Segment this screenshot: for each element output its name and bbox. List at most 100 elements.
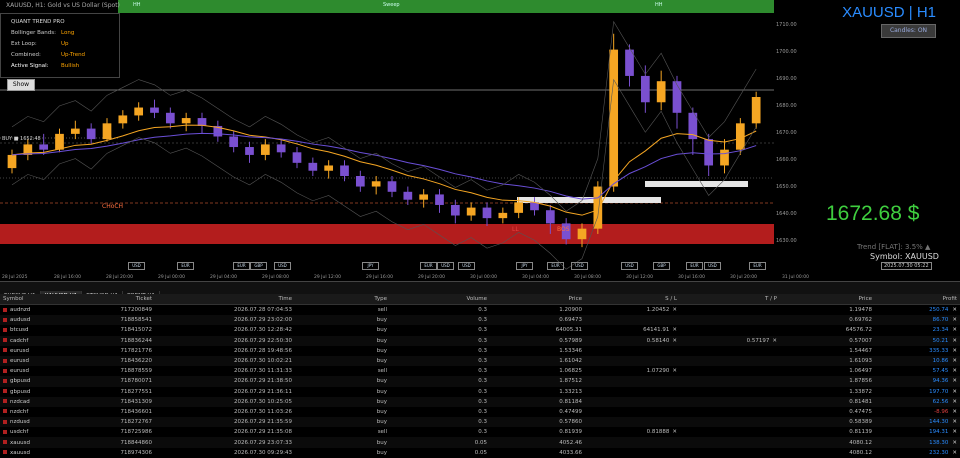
close-position-icon[interactable]: ✕ [952,368,957,374]
cell-tp[interactable] [680,417,780,428]
close-position-icon[interactable]: ✕ [952,378,957,384]
col-tp[interactable]: T / P [680,294,780,305]
col-sl[interactable]: S / L [585,294,680,305]
cell-sl[interactable] [585,437,680,448]
close-position-icon[interactable]: ✕ [952,389,957,395]
cell-sl[interactable] [585,315,680,326]
cell-tp[interactable] [680,407,780,417]
table-row[interactable]: eurusd 717821776 2026.07.28 19:48:56 buy 0.3… [0,346,960,356]
cell-tp[interactable] [680,387,780,397]
cell-sl[interactable]: 0.81888 ✕ [585,427,680,437]
col-current-price[interactable]: Price [780,294,875,305]
event-tag[interactable]: EUR [177,262,194,270]
close-position-icon[interactable]: ✕ [952,399,957,405]
table-row[interactable]: usdchf 718725986 2026.07.29 21:35:08 sell 0.… [0,427,960,437]
remove-sl-icon[interactable]: ✕ [672,368,677,374]
event-tag[interactable]: JPY [362,262,379,270]
event-tag[interactable]: USD [571,262,588,270]
cell-tp[interactable] [680,437,780,448]
cell-tp[interactable] [680,376,780,387]
event-tag[interactable]: EUR [749,262,766,270]
cell-tp[interactable] [680,346,780,356]
event-tag[interactable]: JPY [516,262,533,270]
remove-sl-icon[interactable]: ✕ [672,429,677,435]
col-ticket[interactable]: Ticket [60,294,155,305]
col-profit[interactable]: Profit [875,294,960,305]
table-row[interactable]: nzdcad 718431309 2026.07.30 10:25:05 buy 0.3… [0,396,960,407]
event-tag[interactable]: GBP [250,262,267,270]
remove-sl-icon[interactable]: ✕ [672,327,677,333]
remove-tp-icon[interactable]: ✕ [772,338,777,344]
candle-body [387,181,397,192]
table-row[interactable]: eurusd 718878559 2026.07.30 11:31:33 sell 0.… [0,366,960,376]
event-tag[interactable]: EUR [547,262,564,270]
cell-sl[interactable]: 64141.91 ✕ [585,325,680,335]
cell-sl[interactable]: 0.58140 ✕ [585,335,680,346]
close-position-icon[interactable]: ✕ [952,419,957,425]
cell-profit: 197.70 ✕ [875,387,960,397]
cell-tp[interactable] [680,315,780,326]
cell-sl[interactable] [585,407,680,417]
close-position-icon[interactable]: ✕ [952,327,957,333]
cell-tp[interactable] [680,396,780,407]
cell-sl[interactable] [585,355,680,367]
cell-sl[interactable] [585,417,680,428]
remove-sl-icon[interactable]: ✕ [672,307,677,313]
event-tag[interactable]: USD [621,262,638,270]
table-row[interactable]: audnzd 717200849 2026.07.28 07:04:53 sell 0.… [0,305,960,316]
event-tag[interactable]: USD [437,262,454,270]
cell-tp[interactable] [680,366,780,376]
event-tag[interactable]: GBP [653,262,670,270]
col-volume[interactable]: Volume [390,294,490,305]
event-tag[interactable]: USD [704,262,721,270]
close-position-icon[interactable]: ✕ [952,440,957,446]
cell-tp[interactable] [680,305,780,316]
table-row[interactable]: xauusd 718844860 2026.07.29 23:07:33 buy 0.0… [0,437,960,448]
table-row[interactable]: nzdchf 718436601 2026.07.30 11:03:26 buy 0.3… [0,407,960,417]
cell-sl[interactable] [585,448,680,458]
table-row[interactable]: audusd 718858541 2026.07.29 23:02:00 buy 0.3… [0,315,960,326]
table-row[interactable]: gbpusd 718277551 2026.07.29 21:36:11 buy 0.3… [0,387,960,397]
col-symbol[interactable]: Symbol [0,294,60,305]
candlestick-chart[interactable] [0,0,960,280]
cell-sl[interactable]: 1.07290 ✕ [585,366,680,376]
event-tag[interactable]: EUR [686,262,703,270]
cell-sl[interactable] [585,346,680,356]
panel-title: QUANT TREND PRO [11,19,65,25]
price-chart[interactable]: HH Sweep HH XAUUSD, H1: Gold vs US Dolla… [0,0,960,280]
cell-sl[interactable] [585,376,680,387]
table-row[interactable]: nzdusd 718272767 2026.07.29 21:35:59 buy 0.3… [0,417,960,428]
event-tag[interactable]: USD [128,262,145,270]
cell-tp[interactable] [680,427,780,437]
cell-tp[interactable] [680,325,780,335]
close-position-icon[interactable]: ✕ [952,450,957,456]
close-position-icon[interactable]: ✕ [952,338,957,344]
show-button[interactable]: Show [7,79,35,91]
table-row[interactable]: gbpusd 718780071 2026.07.29 21:38:50 buy 0.3… [0,376,960,387]
table-row[interactable]: btcusd 718415072 2026.07.30 12:28:42 buy 0.3… [0,325,960,335]
event-tag[interactable]: USD [458,262,475,270]
table-row[interactable]: cadchf 718836244 2026.07.29 22:50:30 buy 0.3… [0,335,960,346]
candles-toggle-button[interactable]: Candles: ON [881,24,936,38]
event-tag[interactable]: USD [274,262,291,270]
remove-sl-icon[interactable]: ✕ [672,338,677,344]
event-tag[interactable]: EUR [233,262,250,270]
table-row[interactable]: xauusd 718974306 2026.07.30 09:29:43 buy 0.0… [0,448,960,458]
cell-sl[interactable] [585,387,680,397]
col-type[interactable]: Type [295,294,390,305]
cell-tp[interactable] [680,448,780,458]
cell-sl[interactable]: 1.20452 ✕ [585,305,680,316]
cell-tp[interactable] [680,355,780,367]
cell-sl[interactable] [585,396,680,407]
col-price[interactable]: Price [490,294,585,305]
close-position-icon[interactable]: ✕ [952,429,957,435]
close-position-icon[interactable]: ✕ [952,348,957,354]
col-time[interactable]: Time [155,294,295,305]
table-row[interactable]: eurusd 718436220 2026.07.30 10:02:21 buy 0.3… [0,355,960,367]
close-position-icon[interactable]: ✕ [952,317,957,323]
event-tag[interactable]: EUR [420,262,437,270]
close-position-icon[interactable]: ✕ [952,307,957,313]
close-position-icon[interactable]: ✕ [952,358,957,364]
cell-tp[interactable]: 0.57197 ✕ [680,335,780,346]
close-position-icon[interactable]: ✕ [952,409,957,415]
